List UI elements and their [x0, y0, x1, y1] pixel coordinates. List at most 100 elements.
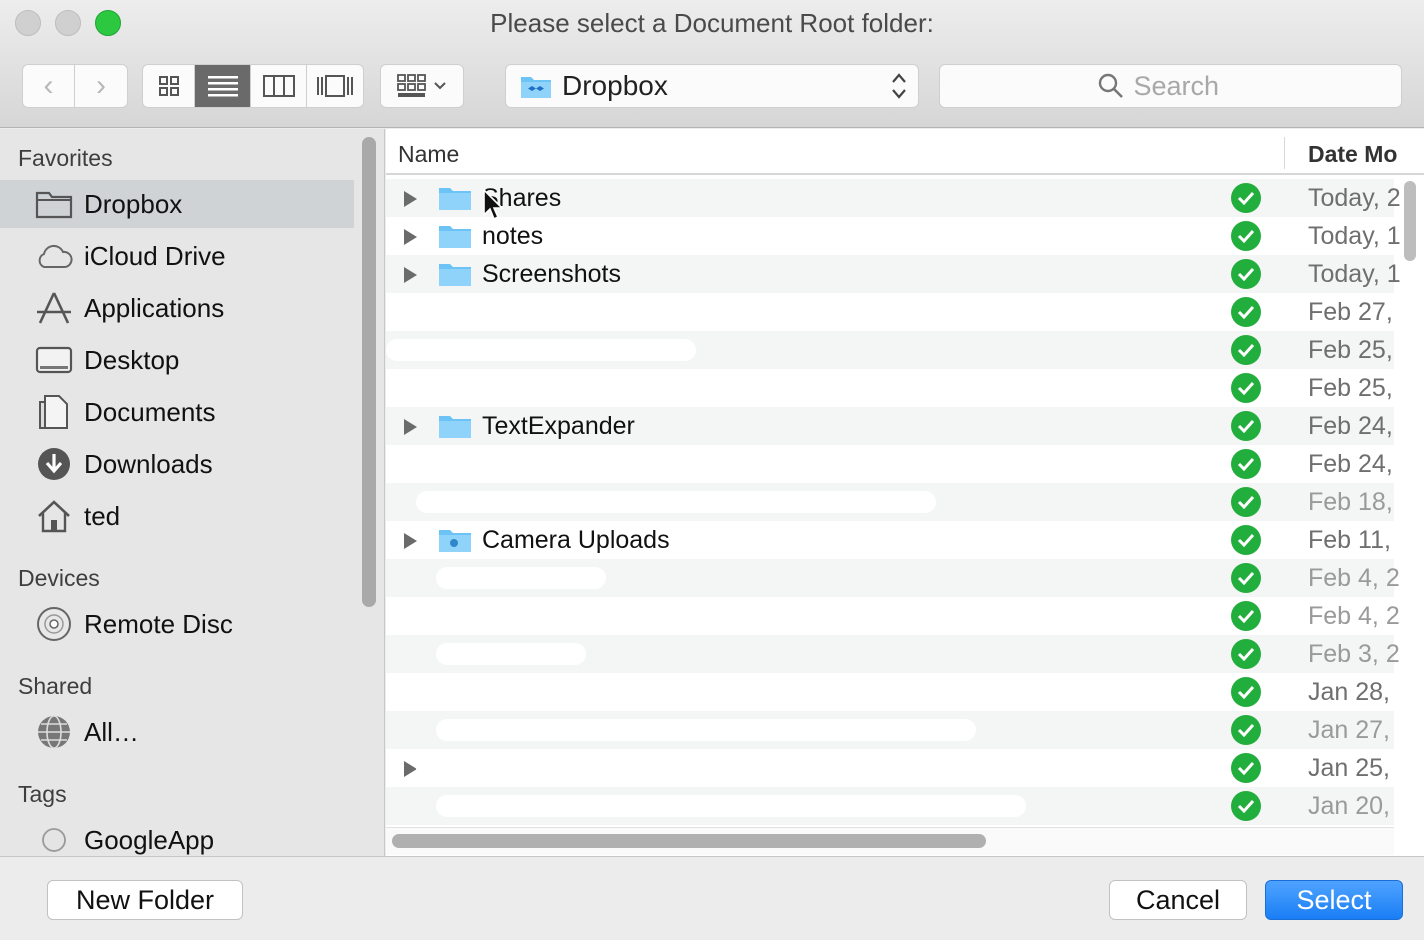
search-field[interactable]	[939, 64, 1402, 108]
table-row[interactable]: Jan 27,	[386, 711, 1394, 749]
arrange-button[interactable]	[381, 65, 463, 107]
disclosure-triangle-icon[interactable]	[402, 532, 418, 550]
sync-complete-icon	[1231, 715, 1261, 745]
sync-complete-icon	[1231, 335, 1261, 365]
table-row[interactable]: Jan 25,	[386, 749, 1394, 787]
sidebar-item-documents[interactable]: Documents	[0, 388, 354, 436]
dialog-footer: New Folder Cancel Select	[0, 856, 1424, 940]
horizontal-scrollbar[interactable]	[392, 834, 986, 848]
back-button[interactable]: ‹	[23, 65, 76, 107]
arrange-menu-button[interactable]	[380, 64, 464, 108]
cover-flow-icon	[317, 75, 354, 97]
mouse-cursor-icon	[483, 188, 504, 221]
date-modified: Jan 20,	[1308, 792, 1391, 820]
sidebar: Favorites Dropbox iCloud Drive Applicati…	[0, 129, 385, 856]
table-row[interactable]: Feb 27,	[386, 293, 1394, 331]
sync-complete-icon	[1231, 449, 1261, 479]
redaction-mark	[436, 643, 586, 665]
home-icon	[34, 496, 74, 536]
list-icon	[207, 76, 238, 97]
sidebar-item-downloads[interactable]: Downloads	[0, 440, 354, 488]
select-button[interactable]: Select	[1265, 880, 1403, 920]
disclosure-triangle-icon[interactable]	[402, 418, 418, 436]
desktop-icon	[34, 340, 74, 380]
table-row[interactable]: Camera Uploads Feb 11,	[386, 521, 1394, 559]
search-input[interactable]	[1133, 70, 1244, 102]
sync-complete-icon	[1231, 487, 1261, 517]
date-modified: Feb 4, 2	[1308, 602, 1400, 630]
sidebar-item-label: Documents	[84, 396, 216, 427]
disclosure-triangle-icon[interactable]	[402, 266, 418, 284]
redaction-mark	[426, 301, 606, 323]
network-icon	[34, 712, 74, 752]
sync-complete-icon	[1231, 259, 1261, 289]
redaction-mark	[386, 377, 616, 399]
toolbar: Please select a Document Root folder: ‹ …	[0, 0, 1424, 128]
table-row[interactable]: TextExpander Feb 24,	[386, 407, 1394, 445]
date-modified: Today, 1	[1308, 260, 1401, 288]
sidebar-item-applications[interactable]: Applications	[0, 284, 354, 332]
table-row[interactable]: Feb 25,	[386, 331, 1394, 369]
chevron-left-icon: ‹	[43, 69, 54, 102]
sidebar-item-label: GoogleApp	[84, 824, 215, 855]
table-row[interactable]: notes Today, 1	[386, 217, 1401, 255]
sync-complete-icon	[1231, 791, 1261, 821]
redaction-mark	[416, 491, 936, 513]
redaction-mark	[426, 605, 586, 627]
table-row[interactable]: Feb 25,	[386, 369, 1394, 407]
file-name: notes	[482, 222, 544, 250]
section-shared: Shared	[18, 673, 93, 699]
sidebar-item-dropbox[interactable]: Dropbox	[0, 180, 354, 228]
sidebar-scrollbar[interactable]	[362, 137, 376, 607]
date-modified: Jan 28,	[1308, 678, 1391, 706]
date-modified: Today, 1	[1308, 222, 1401, 250]
sidebar-item-remote-disc[interactable]: Remote Disc	[0, 600, 354, 648]
table-row[interactable]: Shares Today, 2	[386, 179, 1401, 217]
forward-button[interactable]: ›	[75, 65, 127, 107]
chevron-down-icon	[434, 82, 446, 90]
updown-chevron-icon	[892, 73, 906, 99]
new-folder-button[interactable]: New Folder	[47, 880, 243, 920]
table-row[interactable]: Jan 28,	[386, 673, 1394, 711]
dropbox-folder-icon	[521, 77, 551, 98]
cover-flow-view-button[interactable]	[307, 65, 363, 107]
redaction-mark	[416, 757, 1016, 779]
sync-complete-icon	[1231, 525, 1261, 555]
table-row[interactable]: Feb 4, 2	[386, 597, 1400, 635]
table-row[interactable]: Jan 20,	[386, 787, 1394, 825]
disclosure-triangle-icon[interactable]	[402, 190, 418, 208]
sidebar-item-tag-googleapp[interactable]: GoogleApp	[0, 816, 354, 856]
redaction-mark	[386, 453, 606, 475]
sync-complete-icon	[1231, 753, 1261, 783]
folder-icon	[439, 226, 471, 248]
date-modified: Feb 11,	[1308, 526, 1391, 554]
vertical-scrollbar[interactable]	[1404, 181, 1416, 261]
table-row[interactable]: Screenshots Today, 1	[386, 255, 1401, 293]
icon-view-button[interactable]	[143, 65, 196, 107]
disc-icon	[34, 604, 74, 644]
list-view-button[interactable]	[195, 65, 252, 107]
date-modified: Feb 25,	[1308, 336, 1393, 364]
redaction-mark	[386, 681, 636, 703]
sidebar-item-icloud-drive[interactable]: iCloud Drive	[0, 232, 354, 280]
table-row[interactable]: Feb 18,	[386, 483, 1394, 521]
sidebar-item-ted[interactable]: ted	[0, 492, 354, 540]
location-popup[interactable]: Dropbox	[505, 64, 919, 108]
sidebar-item-all-shared[interactable]: All…	[0, 708, 354, 756]
cancel-button[interactable]: Cancel	[1109, 880, 1247, 920]
column-header-date-modified[interactable]: Date Mo	[1308, 141, 1397, 168]
disclosure-triangle-icon[interactable]	[402, 228, 418, 246]
sidebar-item-desktop[interactable]: Desktop	[0, 336, 354, 384]
table-row[interactable]: Feb 24,	[386, 445, 1394, 483]
column-header-name[interactable]: Name	[398, 141, 459, 168]
column-divider[interactable]	[1284, 137, 1285, 169]
sync-complete-icon	[1231, 373, 1261, 403]
sync-complete-icon	[1231, 601, 1261, 631]
redaction-mark	[436, 567, 606, 589]
grid-icon	[158, 76, 179, 96]
sidebar-item-label: Remote Disc	[84, 608, 233, 639]
table-row[interactable]: Feb 3, 2	[386, 635, 1400, 673]
column-view-button[interactable]	[251, 65, 308, 107]
table-row[interactable]: Feb 4, 2	[386, 559, 1400, 597]
chevron-right-icon: ›	[96, 69, 106, 102]
